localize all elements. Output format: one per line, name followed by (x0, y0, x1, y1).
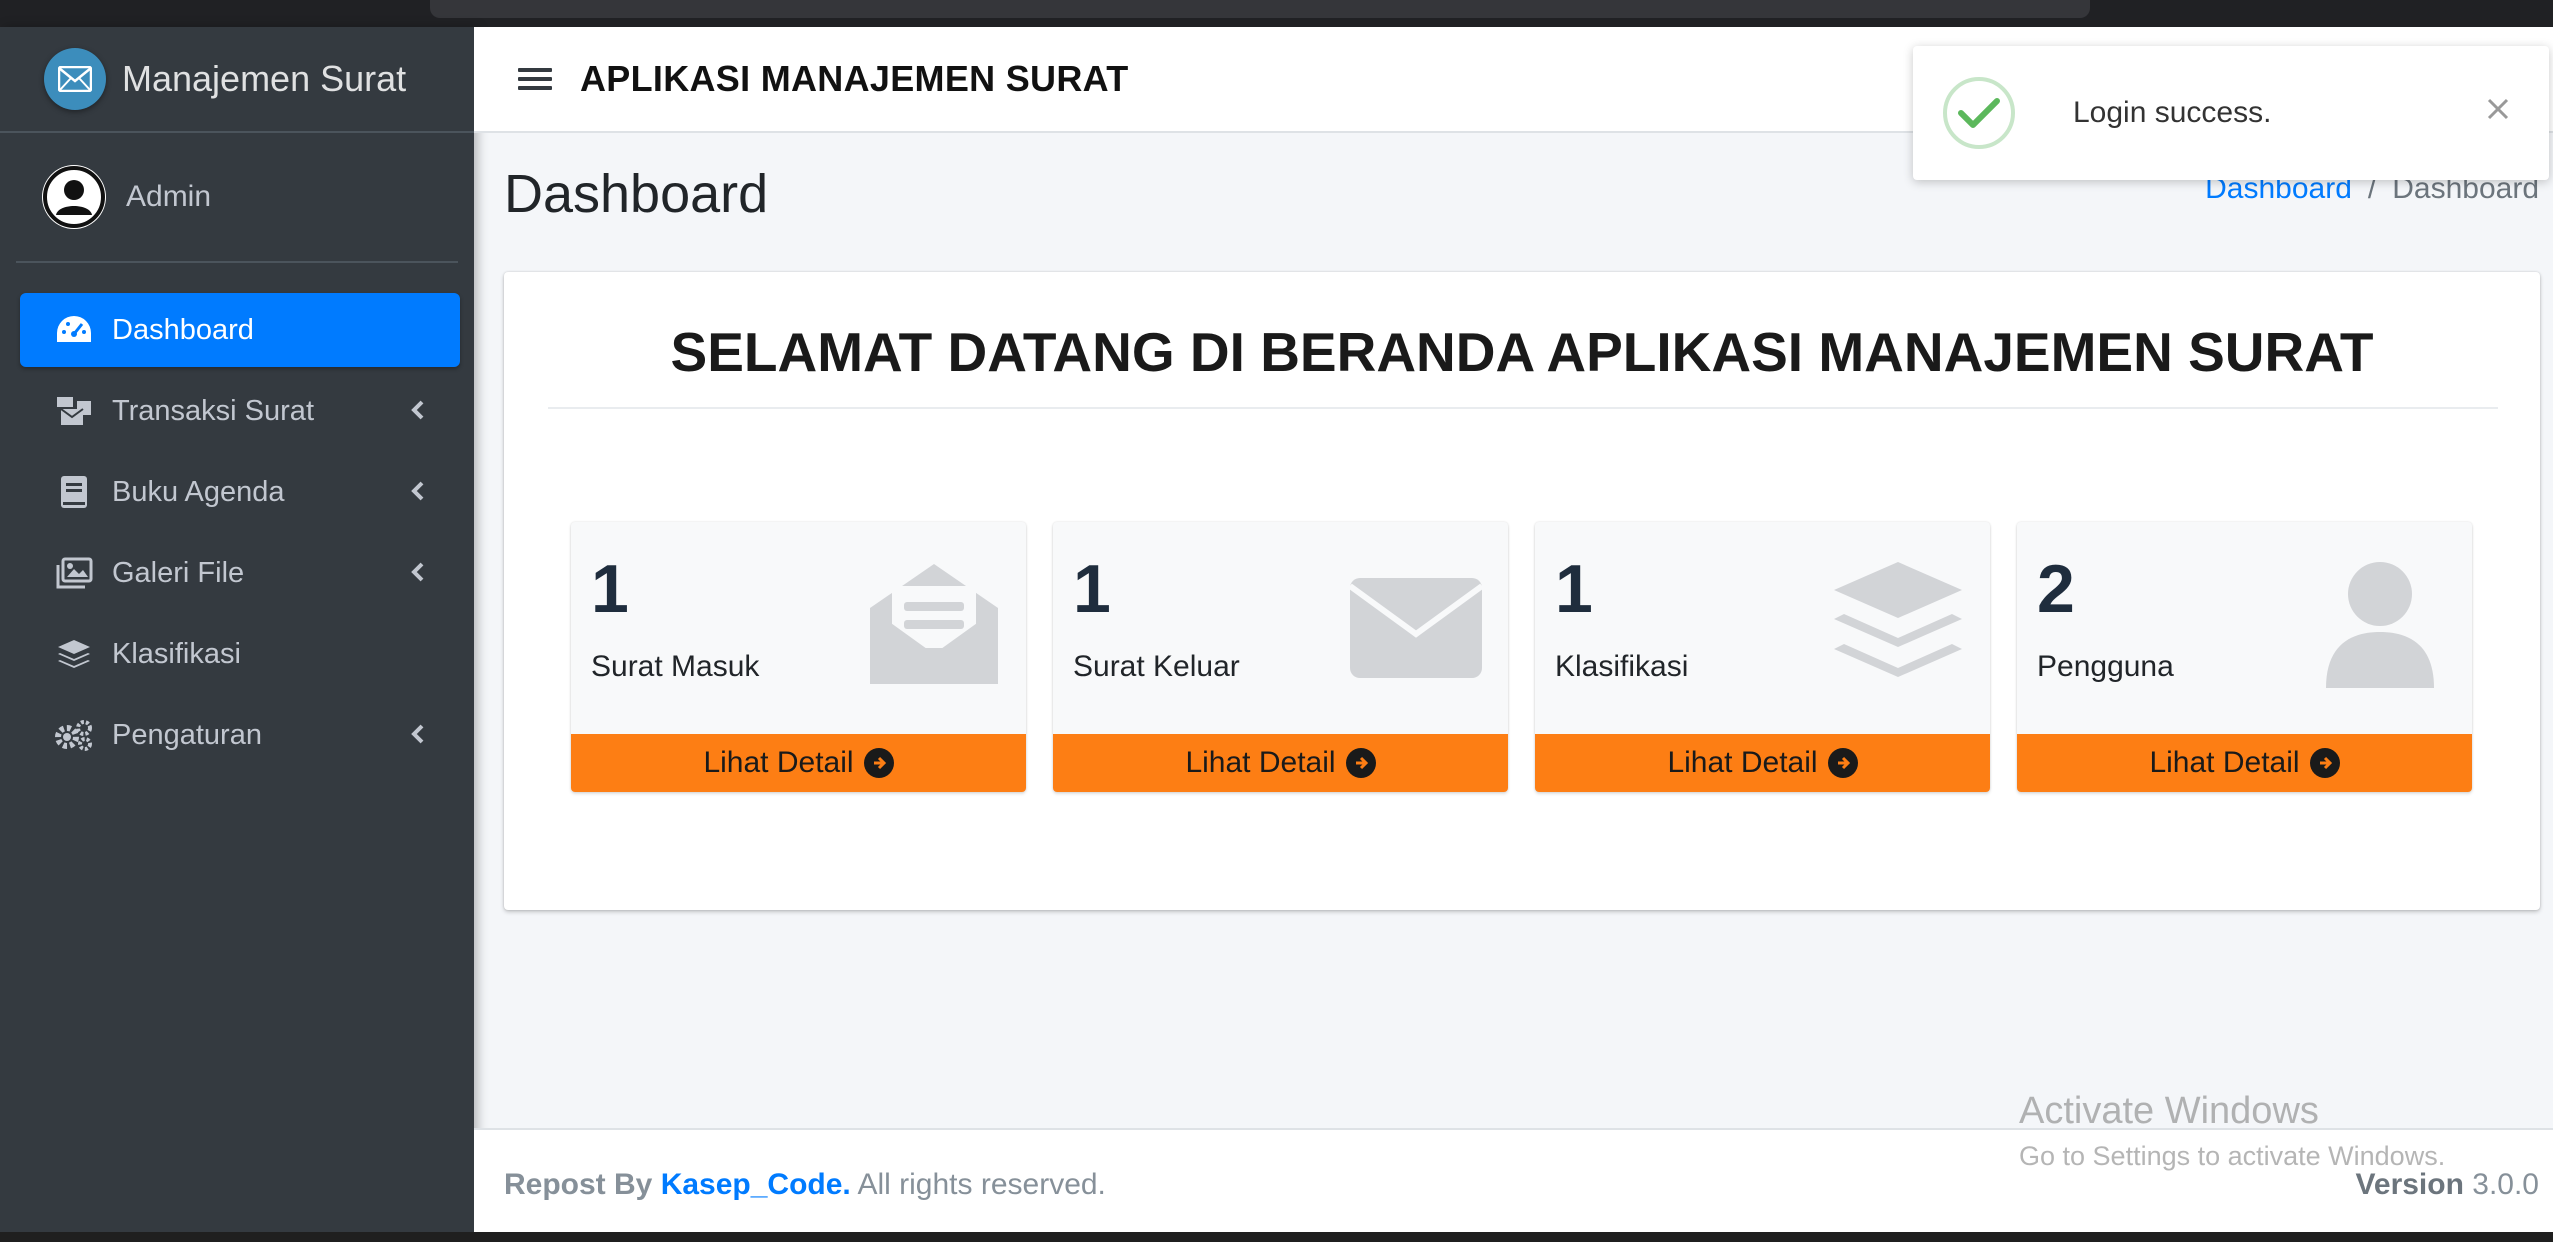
footer-prefix: Repost By (504, 1168, 653, 1201)
sidebar-item-label: Galeri File (112, 556, 245, 589)
app-title: APLIKASI MANAJEMEN SURAT (580, 58, 1129, 99)
stat-box-surat-keluar: 1 Surat Keluar Lihat Detail (1053, 522, 1508, 792)
welcome-heading: SELAMAT DATANG DI BERANDA APLIKASI MANAJ… (670, 321, 2374, 383)
mail-bulk-icon (54, 391, 94, 431)
browser-top-bar (0, 0, 2553, 27)
chevron-left-icon (404, 477, 432, 505)
arrow-circle-right-icon (2309, 748, 2340, 778)
browser-address-bar[interactable] (430, 0, 2090, 18)
divider (548, 407, 2498, 409)
stat-count: 2 (2037, 551, 2075, 627)
chevron-left-icon (404, 396, 432, 424)
taskbar (0, 1232, 2553, 1242)
user-name: Admin (126, 180, 212, 213)
user-icon (2312, 556, 2448, 692)
stat-label: Surat Masuk (591, 650, 760, 683)
lihat-detail-button[interactable]: Lihat Detail (1053, 734, 1508, 792)
welcome-card: SELAMAT DATANG DI BERANDA APLIKASI MANAJ… (504, 272, 2540, 910)
footer-copyright: Repost By Kasep_Code. All rights reserve… (504, 1168, 1106, 1202)
brand-text: Manajemen Surat (122, 58, 407, 99)
page-title: Dashboard (504, 164, 769, 224)
stat-box-surat-masuk: 1 Surat Masuk Lihat Detail (571, 522, 1026, 792)
toast-message: Login success. (2073, 96, 2272, 129)
sidebar-item-buku-agenda[interactable]: Buku Agenda (20, 455, 460, 529)
check-icon (1943, 77, 2015, 149)
layer-group-icon (54, 634, 94, 674)
lihat-detail-label: Lihat Detail (1667, 746, 1818, 779)
activate-windows-watermark: Activate Windows Go to Settings to activ… (2019, 1090, 2445, 1172)
user-panel[interactable]: Admin (16, 133, 458, 263)
stat-box-klasifikasi: 1 Klasifikasi Lihat Detail (1535, 522, 1990, 792)
version-label: Version (2355, 1168, 2464, 1201)
envelope-icon (1348, 556, 1484, 692)
sidebar-item-label: Pengaturan (112, 718, 262, 751)
stat-label: Surat Keluar (1073, 650, 1240, 683)
lihat-detail-label: Lihat Detail (703, 746, 854, 779)
sidebar-item-klasifikasi[interactable]: Klasifikasi (20, 617, 460, 691)
cogs-icon (54, 715, 94, 755)
tachometer-icon (54, 310, 94, 350)
footer-brand-link[interactable]: Kasep_Code. (661, 1168, 851, 1201)
lihat-detail-label: Lihat Detail (2149, 746, 2300, 779)
arrow-circle-right-icon (863, 748, 894, 778)
images-icon (54, 553, 94, 593)
stat-count: 1 (591, 551, 629, 627)
stat-label: Klasifikasi (1555, 650, 1689, 683)
stat-box-pengguna: 2 Pengguna Lihat Detail (2017, 522, 2472, 792)
chevron-left-icon (404, 558, 432, 586)
envelope-logo-icon (44, 48, 106, 110)
footer-suffix: All rights reserved. (857, 1168, 1106, 1201)
chevron-left-icon (404, 720, 432, 748)
lihat-detail-label: Lihat Detail (1185, 746, 1336, 779)
close-icon[interactable] (2483, 94, 2513, 124)
lihat-detail-button[interactable]: Lihat Detail (571, 734, 1026, 792)
sidebar-item-label: Dashboard (112, 313, 254, 346)
book-icon (54, 472, 94, 512)
sidebar: Manajemen Surat Admin Dashboard Transaks… (0, 27, 474, 1232)
sidebar-item-transaksi-surat[interactable]: Transaksi Surat (20, 374, 460, 448)
lihat-detail-button[interactable]: Lihat Detail (1535, 734, 1990, 792)
sidebar-item-label: Buku Agenda (112, 475, 285, 508)
version-number: 3.0.0 (2472, 1168, 2539, 1201)
sidebar-item-label: Klasifikasi (112, 637, 241, 670)
watermark-subtitle: Go to Settings to activate Windows. (2019, 1141, 2446, 1171)
footer-version: Version 3.0.0 (2356, 1168, 2539, 1202)
lihat-detail-button[interactable]: Lihat Detail (2017, 734, 2472, 792)
layer-group-icon (1830, 556, 1966, 692)
watermark-title: Activate Windows (2019, 1090, 2319, 1132)
sidebar-item-galeri-file[interactable]: Galeri File (20, 536, 460, 610)
arrow-circle-right-icon (1827, 748, 1858, 778)
sidebar-nav: Dashboard Transaksi Surat Buku Agenda Ga… (0, 263, 474, 772)
envelope-open-text-icon (866, 556, 1002, 692)
hamburger-menu-icon[interactable] (518, 64, 552, 94)
toast-notification: Login success. (1913, 46, 2549, 180)
sidebar-item-dashboard[interactable]: Dashboard (20, 293, 460, 367)
sidebar-item-label: Transaksi Surat (112, 394, 314, 427)
stat-count: 1 (1073, 551, 1111, 627)
brand-link[interactable]: Manajemen Surat (0, 27, 474, 133)
sidebar-item-pengaturan[interactable]: Pengaturan (20, 698, 460, 772)
user-avatar-icon (42, 165, 106, 229)
stat-label: Pengguna (2037, 650, 2174, 683)
arrow-circle-right-icon (1345, 748, 1376, 778)
stat-count: 1 (1555, 551, 1593, 627)
